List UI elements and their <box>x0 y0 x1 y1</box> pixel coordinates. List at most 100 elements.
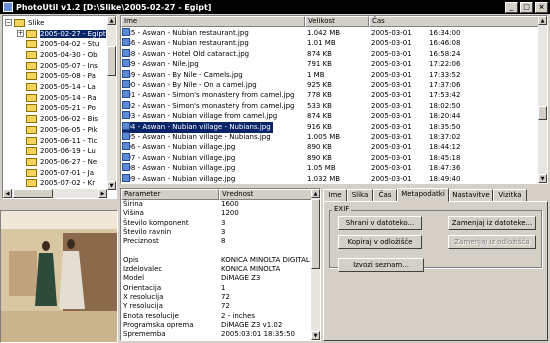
list-vertical-scrollbar[interactable]: ▲ ▼ <box>538 16 547 183</box>
scroll-thumb[interactable] <box>13 189 53 198</box>
file-name-cell: 190 - Aswan - By Nile - On a camel.jpg <box>122 80 257 91</box>
image-file-icon <box>122 38 130 47</box>
file-name: 186 - Aswan - Nubian restaurant.jpg <box>122 39 249 48</box>
tree-folder-label: 2005-02-27 - Egipt <box>40 29 106 38</box>
file-row[interactable]: 191 - Aswan - Simon's monastery from cam… <box>121 90 539 101</box>
tree-horizontal-scrollbar[interactable]: ◀ ▶ <box>3 189 107 198</box>
file-time: 18:35:50 <box>429 122 461 131</box>
minimize-button[interactable]: _ <box>505 1 518 13</box>
file-row[interactable]: 196 - Aswan - Nubian village.jpg 890 KB 20… <box>121 142 539 153</box>
collapse-icon[interactable]: − <box>5 19 12 26</box>
file-row[interactable]: 188 - Aswan - Hotel Old cataract.jpg 874 … <box>121 48 539 60</box>
scroll-up-icon[interactable]: ▲ <box>107 16 116 25</box>
column-header-size[interactable]: Velikost <box>305 16 369 27</box>
tree-folder-item[interactable]: 2005-04-30 - Ob <box>17 49 98 60</box>
image-file-icon <box>122 173 130 182</box>
scroll-right-icon[interactable]: ▶ <box>98 189 107 198</box>
maximize-button[interactable]: □ <box>520 1 533 13</box>
file-row[interactable]: 197 - Aswan - Nubian village.jpg 890 KB 20… <box>121 152 539 164</box>
tree-folder-item[interactable]: 2005-06-19 - Lu <box>17 146 96 157</box>
tree-vertical-scrollbar[interactable]: ▲ ▼ <box>107 16 116 190</box>
replace-from-clipboard-button[interactable]: Zamenjaj iz odložišča <box>448 235 536 249</box>
property-name: Orientacija <box>123 283 162 292</box>
file-row[interactable]: 186 - Aswan - Nubian restaurant.jpg 1.01 … <box>121 38 539 49</box>
scroll-down-icon[interactable]: ▼ <box>311 331 320 340</box>
close-button[interactable]: × <box>535 1 548 13</box>
column-header-name[interactable]: Ime <box>121 16 305 27</box>
scroll-down-icon[interactable]: ▼ <box>107 181 116 190</box>
tree-folder-item[interactable]: 2005-05-14 - La <box>17 82 96 93</box>
tree-folder-item[interactable]: 2005-06-05 - Pik <box>17 124 98 135</box>
file-name: 188 - Aswan - Hotel Old cataract.jpg <box>122 49 250 58</box>
scroll-down-icon[interactable]: ▼ <box>538 174 547 183</box>
property-value: 1600 <box>221 200 239 208</box>
file-time: 16:58:24 <box>429 49 461 58</box>
file-size: 1.042 MB <box>307 29 341 37</box>
property-name: Preciznost <box>123 237 159 246</box>
scroll-thumb[interactable] <box>311 199 320 269</box>
tree-folder-label: 2005-05-07 - Ins <box>40 61 98 70</box>
tree-folder-item[interactable]: 2005-06-02 - Bis <box>17 114 98 125</box>
tab-metadata[interactable]: Metapodatki <box>397 188 449 202</box>
file-date: 2005-03-01 <box>371 60 412 69</box>
tree-folder-item[interactable]: 2005-04-02 - Stu <box>17 39 99 50</box>
tree-folder-item[interactable]: 2005-07-02 - Kr <box>17 178 95 189</box>
image-file-icon <box>122 121 130 130</box>
column-header-time[interactable]: Čas <box>369 16 539 27</box>
file-time: 18:45:18 <box>429 153 461 162</box>
scroll-thumb[interactable] <box>538 106 547 120</box>
file-name: 199 - Aswan - Nubian village.jpg <box>122 174 236 183</box>
folder-tree[interactable]: − Slike +2005-02-27 - Egipt 2005-04-02 - … <box>2 15 117 199</box>
props-vertical-scrollbar[interactable]: ▲ ▼ <box>311 189 320 340</box>
scroll-left-icon[interactable]: ◀ <box>3 189 12 198</box>
tree-folder-item[interactable]: +2005-02-27 - Egipt <box>17 28 106 39</box>
metadata-panel: EXIF Shrani v datoteko... Kopiraj v odlo… <box>323 201 548 341</box>
image-file-icon <box>122 100 130 109</box>
property-value: 72 <box>221 302 230 311</box>
tree-root[interactable]: − Slike <box>5 17 44 28</box>
tree-folder-item[interactable]: 2005-06-11 - Tic <box>17 135 98 146</box>
file-row[interactable]: 198 - Aswan - Nubian village.jpg 1.05 MB 2… <box>121 163 539 174</box>
file-row[interactable]: 194 - Aswan - Nubian village - Nubians.j… <box>121 121 539 133</box>
export-list-button[interactable]: Izvozi seznam... <box>338 258 424 272</box>
file-row[interactable]: 185 - Aswan - Nubian restaurant.jpg 1.042… <box>121 28 539 39</box>
file-time: 16:46:08 <box>429 39 461 48</box>
property-value: 72 <box>221 293 230 301</box>
file-row[interactable]: 192 - Aswan - Simon's monastery from cam… <box>121 100 539 112</box>
scroll-up-icon[interactable]: ▲ <box>538 16 547 25</box>
tree-folder-item[interactable]: 2005-05-08 - Pa <box>17 71 96 82</box>
tree-folder-item[interactable]: 2005-05-21 - Po <box>17 103 96 114</box>
tree-folder-item[interactable]: 2005-07-01 - Ja <box>17 167 94 178</box>
property-row: Orientacija 1 <box>121 284 311 294</box>
scroll-thumb[interactable] <box>107 46 116 76</box>
file-row[interactable]: 195 - Aswan - Nubian village - Nubians.j… <box>121 132 539 143</box>
replace-from-file-button[interactable]: Zamenjaj iz datoteke... <box>448 216 536 230</box>
file-size: 874 KB <box>307 112 332 121</box>
column-header-value[interactable]: Vrednost <box>219 189 313 200</box>
tree-folder-item[interactable]: 2005-05-14 - Ra <box>17 92 97 103</box>
file-list[interactable]: Ime Velikost Čas 185 - Aswan - Nubian re… <box>120 15 548 184</box>
properties-table[interactable]: Parameter Vrednost Širina 1600 Višina 1200 Š… <box>120 188 321 341</box>
window-title: PhotoUtil v1.2 [D:\Slike\2005-02-27 - Eg… <box>16 2 212 12</box>
file-row[interactable]: 189 - Aswan - By Nile - Camels.jpg 1 MB 20… <box>121 69 539 81</box>
tree-folder-item[interactable]: 2005-06-27 - Ne <box>17 156 97 167</box>
file-time: 17:37:06 <box>429 81 461 89</box>
file-row[interactable]: 189 - Aswan - Nile.jpg 791 KB 2005-03-01 17… <box>121 59 539 70</box>
file-name-cell: 186 - Aswan - Nubian restaurant.jpg <box>122 38 249 49</box>
tree-folder-item[interactable]: 2005-05-07 - Ins <box>17 60 98 71</box>
file-row[interactable]: 190 - Aswan - By Nile - On a camel.jpg 92… <box>121 80 539 91</box>
copy-to-clipboard-button[interactable]: Kopiraj v odložišče <box>338 235 422 249</box>
save-to-file-button[interactable]: Shrani v datoteko... <box>338 216 422 230</box>
file-size: 1.032 MB <box>307 174 341 183</box>
property-value: DiMAGE Z3 v1.02 <box>221 320 283 329</box>
property-row: Število komponent 3 <box>121 219 311 229</box>
column-header-parameter[interactable]: Parameter <box>121 189 219 200</box>
file-date: 2005-03-01 <box>371 70 412 79</box>
file-name: 189 - Aswan - Nile.jpg <box>122 60 199 69</box>
folder-icon <box>26 72 37 81</box>
file-row[interactable]: 193 - Aswan - Nubian village from camel.… <box>121 111 539 122</box>
file-date: 2005-03-01 <box>371 153 412 162</box>
scroll-up-icon[interactable]: ▲ <box>311 189 320 198</box>
file-row[interactable]: 199 - Aswan - Nubian village.jpg 1.032 MB… <box>121 173 539 183</box>
expand-icon[interactable]: + <box>17 30 24 37</box>
